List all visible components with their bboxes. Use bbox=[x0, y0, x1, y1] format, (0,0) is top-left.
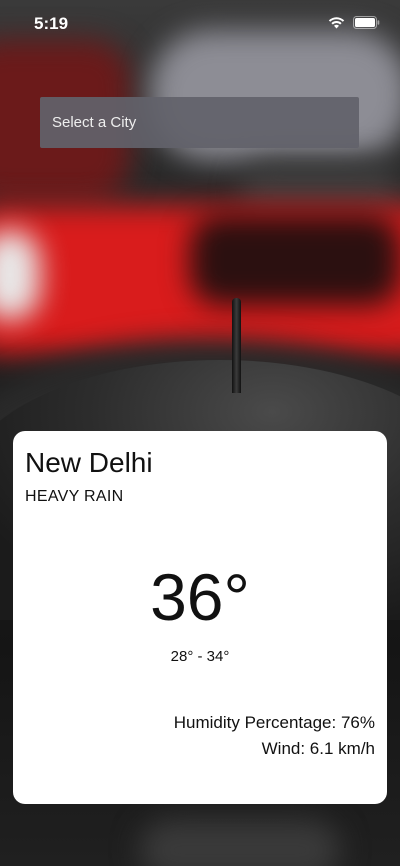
wifi-icon bbox=[328, 16, 345, 29]
temperature-range: 28° - 34° bbox=[170, 648, 230, 665]
city-name: New Delhi bbox=[25, 447, 153, 478]
status-icons bbox=[328, 16, 380, 29]
weather-card: New Delhi HEAVY RAIN 36° 28° - 34° Humid… bbox=[13, 431, 387, 804]
status-time: 5:19 bbox=[34, 14, 69, 33]
city-select-placeholder: Select a City bbox=[52, 114, 137, 131]
battery-icon bbox=[353, 16, 380, 29]
current-temperature: 36° bbox=[150, 560, 250, 634]
wind-label: Wind: 6.1 km/h bbox=[261, 739, 375, 758]
city-select-input[interactable]: Select a City bbox=[40, 97, 359, 148]
weather-condition: HEAVY RAIN bbox=[25, 488, 124, 505]
status-bar: 5:19 bbox=[0, 0, 400, 48]
humidity-label: Humidity Percentage: 76% bbox=[173, 713, 375, 732]
